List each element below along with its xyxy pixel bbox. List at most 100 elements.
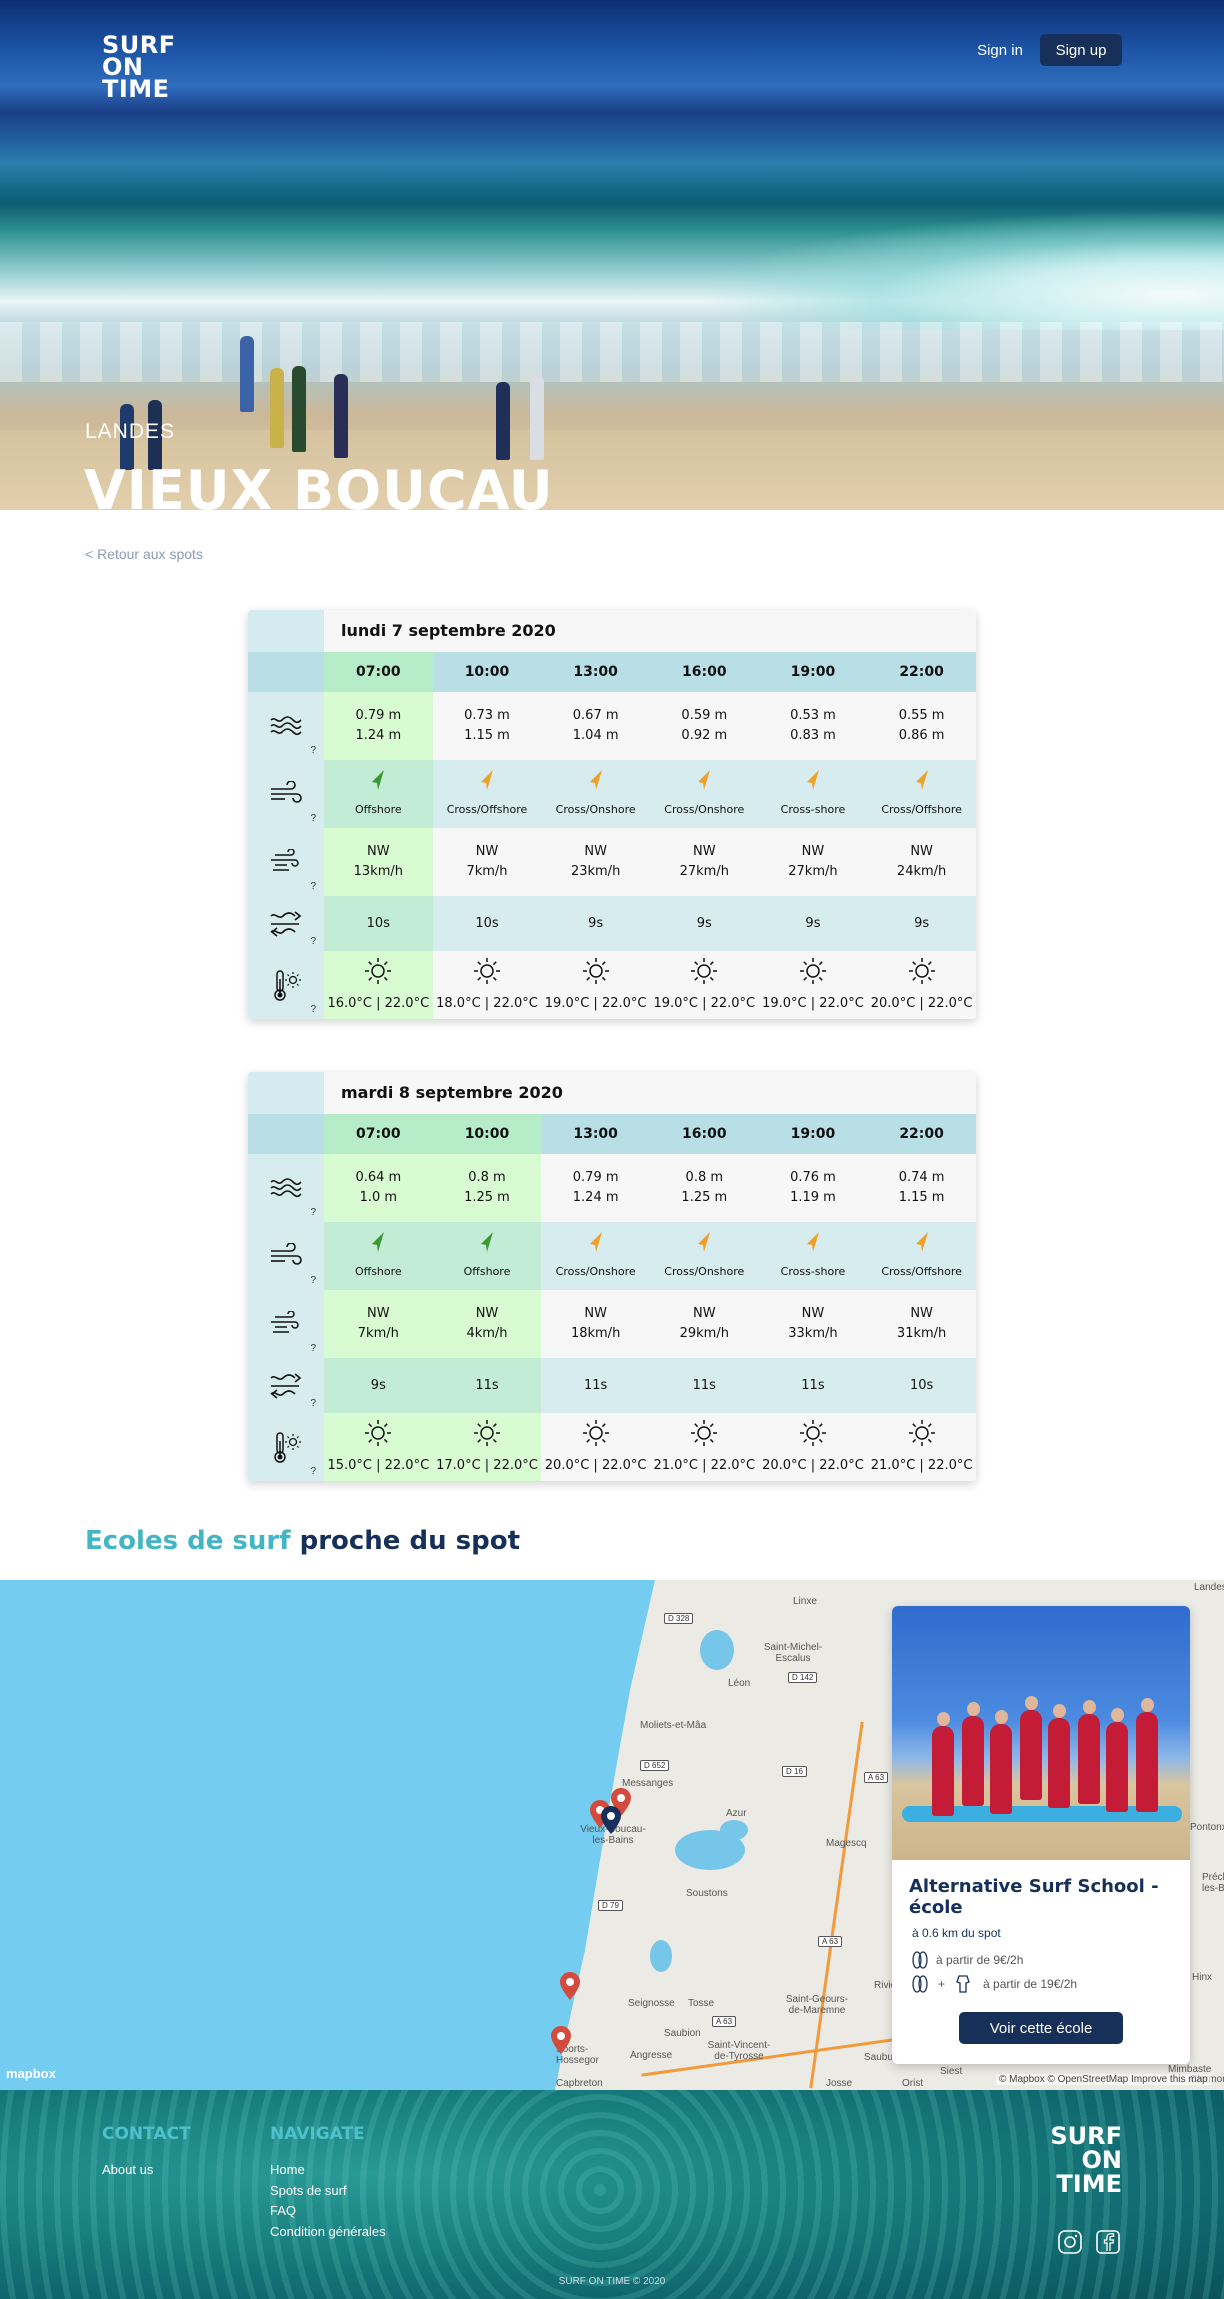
temperature: 19.0°C | 22.0°C (544, 995, 647, 1011)
wind-speed: 7km/h (466, 864, 508, 879)
school-photo (892, 1606, 1190, 1860)
wave-max: 0.92 m (681, 728, 728, 743)
hero-person (292, 366, 306, 452)
forecast-cell: 11s (758, 1358, 868, 1413)
school-map-pin[interactable] (560, 1972, 580, 2000)
temperature: 21.0°C | 22.0°C (870, 1457, 973, 1473)
forecast-hour: 19:00 (758, 1114, 868, 1154)
wave-height-icon[interactable]: ? (248, 1154, 324, 1222)
map-attribution[interactable]: © Mapbox © OpenStreetMap Improve this ma… (996, 2074, 1211, 2085)
wind-speed: 27km/h (788, 864, 838, 879)
wave-min: 0.55 m (898, 708, 945, 723)
school-map-pin[interactable] (551, 2026, 571, 2054)
forecast-hour: 13:00 (541, 1114, 650, 1154)
swell-period-icon[interactable]: ? (248, 896, 324, 951)
swell-period: 11s (692, 1377, 716, 1393)
footer-link-faq[interactable]: FAQ (270, 2203, 296, 2218)
forecast-cell: 11s (541, 1358, 650, 1413)
help-marker[interactable]: ? (310, 1275, 316, 1286)
footer-logo[interactable]: SURF ON TIME (1040, 2124, 1122, 2196)
sun-icon (908, 1419, 936, 1454)
hero-person (530, 376, 544, 460)
forecast-cell: Offshore (324, 1222, 433, 1290)
wind-speed: 23km/h (570, 864, 621, 879)
map-label: Seignosse (628, 1998, 675, 2009)
footer-link-about[interactable]: About us (102, 2162, 153, 2177)
view-school-button[interactable]: Voir cette école (959, 2012, 1123, 2044)
forecast-cell: 19.0°C | 22.0°C (649, 951, 759, 1019)
temperature-icon[interactable]: ? (248, 1413, 324, 1481)
instagram-icon[interactable] (1057, 2229, 1083, 2255)
mapbox-logo[interactable]: mapbox (6, 2066, 56, 2081)
logo-line: ON (1081, 2146, 1123, 2174)
temperature-icon[interactable]: ? (248, 951, 324, 1019)
sun-icon (690, 1419, 718, 1454)
school-price-2: à partir de 19€/2h (983, 1977, 1078, 1991)
wind-speed-icon[interactable]: ? (248, 1290, 324, 1358)
help-marker[interactable]: ? (310, 1343, 316, 1354)
school-name: Alternative Surf School - école (909, 1876, 1159, 1918)
forecast-date: lundi 7 septembre 2020 (324, 610, 976, 652)
forecast-cell: 0.67 m 1.04 m (541, 692, 650, 760)
forecast-cell: 9s (324, 1358, 433, 1413)
help-marker[interactable]: ? (310, 1466, 316, 1477)
forecast-cell: 10s (432, 896, 542, 951)
photo-surfer (1106, 1708, 1128, 1812)
forecast-cell: Cross/Onshore (541, 1222, 650, 1290)
wind-direction-icon[interactable]: ? (248, 760, 324, 828)
help-marker[interactable]: ? (310, 1398, 316, 1409)
photo-surfer (990, 1710, 1012, 1814)
wind-arrow-icon (478, 769, 496, 798)
spot-map-pin[interactable] (601, 1806, 621, 1834)
sun-icon (364, 1419, 392, 1454)
wind-speed: 18km/h (570, 1326, 621, 1341)
forecast-cell: NW 24km/h (867, 828, 976, 896)
wind-speed-icon[interactable]: ? (248, 828, 324, 896)
wind-type: Cross/Offshore (446, 802, 528, 816)
wind-direction: NW (475, 1306, 499, 1321)
price-plus: + (938, 1977, 946, 1991)
help-marker[interactable]: ? (310, 881, 316, 892)
wave-min: 0.8 m (685, 1170, 724, 1185)
swell-period: 9s (696, 915, 712, 931)
wave-min: 0.59 m (681, 708, 728, 723)
help-marker[interactable]: ? (310, 936, 316, 947)
school-price-row: à partir de 9€/2h (910, 1950, 1190, 1970)
help-marker[interactable]: ? (310, 1207, 316, 1218)
signin-button[interactable]: Sign in (960, 34, 1040, 66)
site-logo[interactable]: SURF ON TIME (102, 33, 176, 101)
wind-direction-icon[interactable]: ? (248, 1222, 324, 1290)
wind-type: Cross/Offshore (881, 1264, 962, 1278)
forecast-cell: Cross/Offshore (867, 1222, 976, 1290)
swell-period-icon[interactable]: ? (248, 1358, 324, 1413)
help-marker[interactable]: ? (310, 745, 316, 756)
map-label: Linxe (793, 1596, 817, 1607)
wave-height-icon[interactable]: ? (248, 692, 324, 760)
map-label: Siest (940, 2066, 963, 2077)
back-to-spots-link[interactable]: < Retour aux spots (85, 546, 203, 562)
wave-max: 1.15 m (464, 728, 510, 743)
help-marker[interactable]: ? (310, 1004, 316, 1015)
help-marker[interactable]: ? (310, 813, 316, 824)
photo-surfer (1136, 1698, 1158, 1812)
wind-direction: NW (910, 844, 933, 859)
map-label: Magescq (826, 1838, 867, 1849)
signup-button[interactable]: Sign up (1040, 34, 1122, 66)
map-lake (720, 1820, 748, 1840)
school-card[interactable]: Alternative Surf School - école à 0.6 km… (892, 1606, 1190, 2064)
forecast-cell: 18.0°C | 22.0°C (432, 951, 542, 1019)
forecast-hour: 22:00 (867, 1114, 976, 1154)
map-label: Landes (1194, 1582, 1224, 1593)
forecast-cell: 0.73 m 1.15 m (432, 692, 542, 760)
wind-speed: 24km/h (896, 864, 947, 879)
wave-max: 1.25 m (681, 1190, 728, 1205)
map-label: Tosse (688, 1998, 715, 2009)
footer-link-spots[interactable]: Spots de surf (270, 2183, 347, 2198)
photo-surfer (1078, 1700, 1100, 1804)
forecast-cell: NW 27km/h (649, 828, 759, 896)
facebook-icon[interactable] (1095, 2229, 1121, 2255)
footer-link-home[interactable]: Home (270, 2162, 305, 2177)
wind-arrow-icon (587, 769, 605, 798)
forecast-cell: NW 7km/h (432, 828, 542, 896)
footer-link-conditions[interactable]: Condition générales (270, 2224, 386, 2239)
